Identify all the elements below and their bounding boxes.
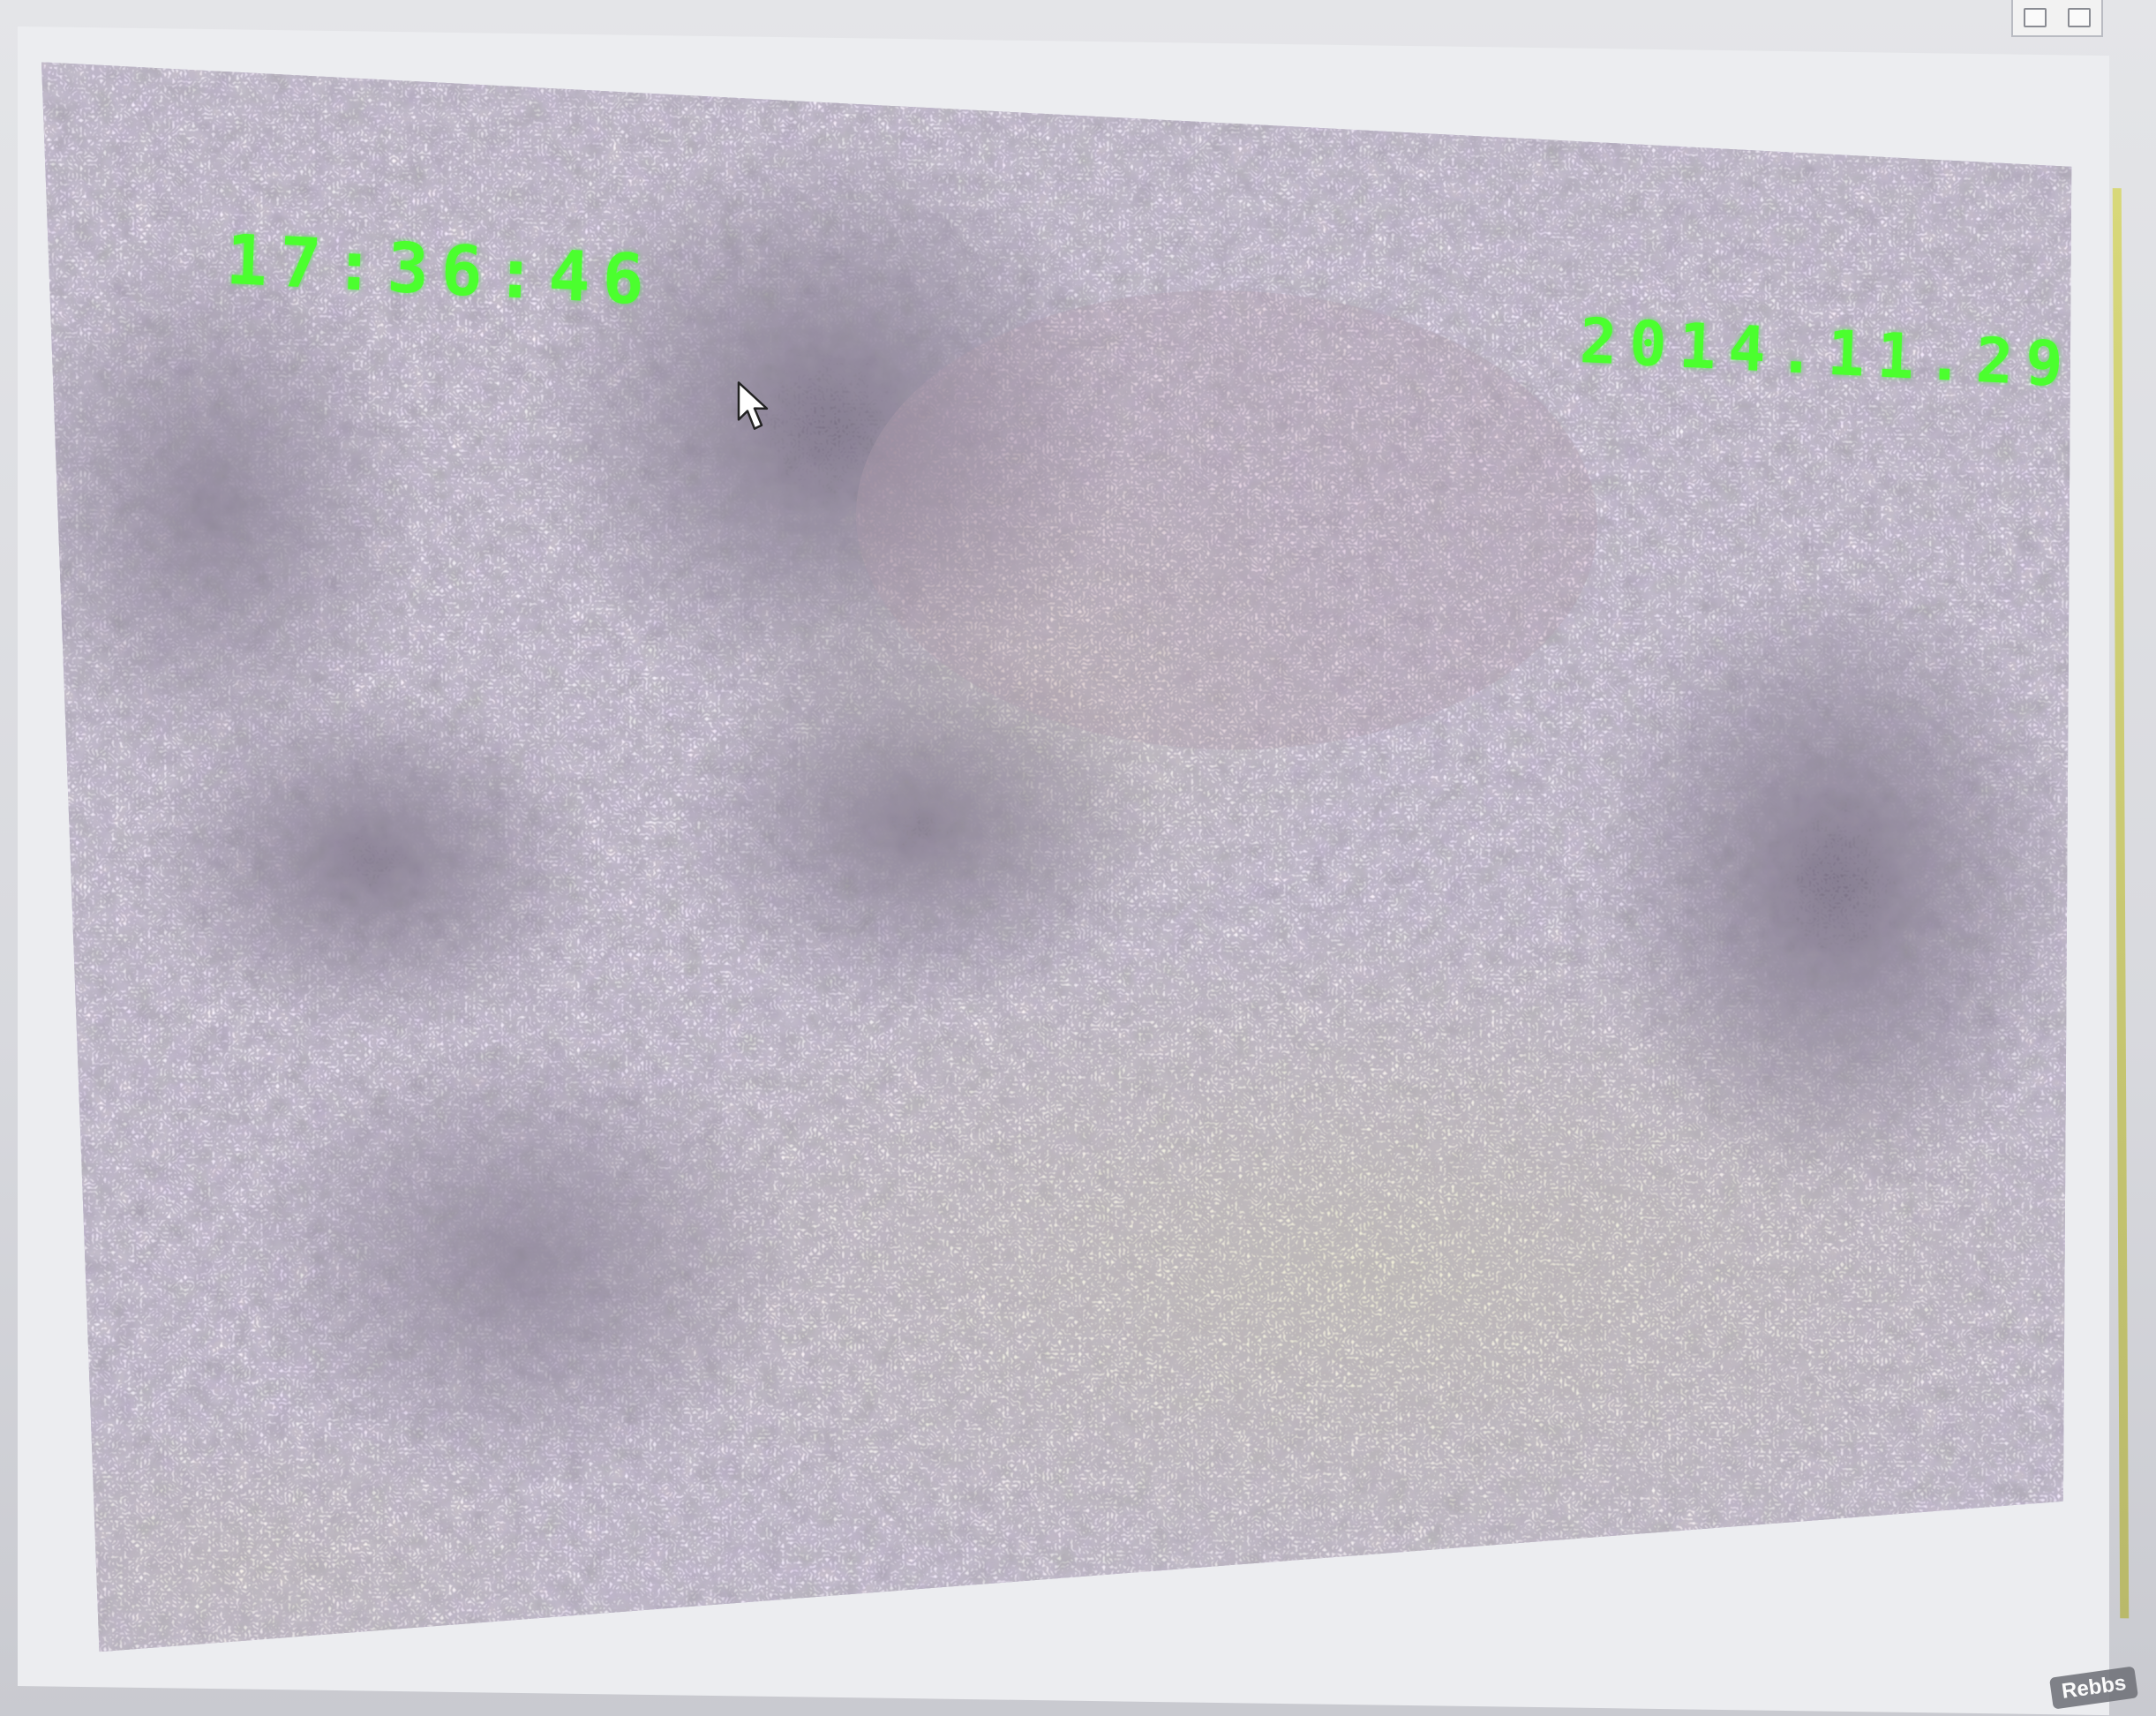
mouse-pointer-icon xyxy=(737,381,769,430)
maximize-icon[interactable] xyxy=(2068,8,2091,27)
monitor-screen: 17:36:46 2014.11.29 xyxy=(18,26,2130,1716)
window-controls[interactable] xyxy=(2011,0,2103,37)
minimize-icon[interactable] xyxy=(2024,8,2047,27)
